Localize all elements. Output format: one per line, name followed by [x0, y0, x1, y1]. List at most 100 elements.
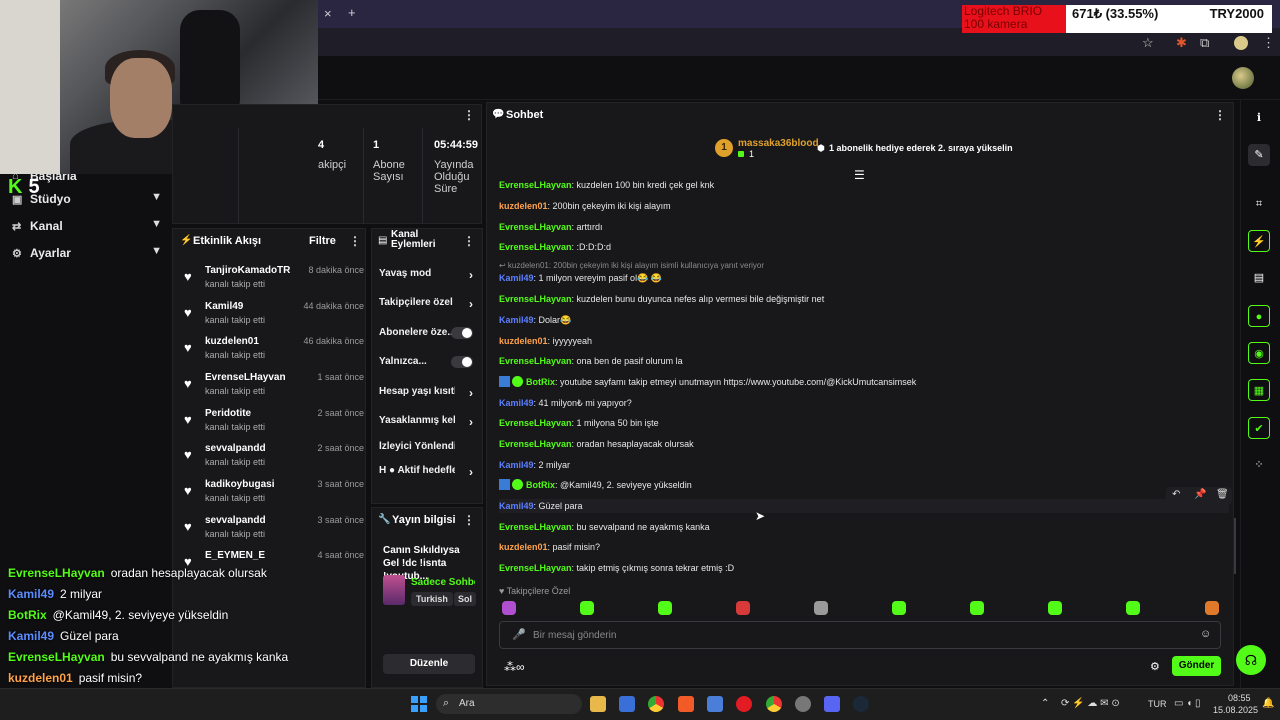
crop-icon[interactable]: ⌗	[1248, 193, 1270, 215]
emote-icon[interactable]	[814, 601, 828, 615]
emote-icon[interactable]	[502, 601, 516, 615]
microphone-icon[interactable]: 🎤	[512, 628, 526, 641]
chat-username[interactable]: BotRix	[526, 377, 555, 387]
browser-menu-icon[interactable]: ⋮	[1262, 35, 1275, 51]
chat-message[interactable]: EvrenseLHayvan: kuzdelen 100 bin kredi ç…	[499, 178, 714, 192]
feed-item[interactable]: ♥ EvrenseLHayvan kanalı takip etti 1 saat ö…	[184, 370, 364, 406]
chat-message[interactable]: EvrenseLHayvan: oradan hesaplayacak olur…	[499, 437, 694, 451]
sidebar-item-channel[interactable]: ⇄ Kanal ▼	[12, 215, 162, 237]
chat-username[interactable]: Kamil49	[499, 315, 534, 325]
feed-item[interactable]: ♥ Peridotite kanalı takip etti 2 saat önce	[184, 406, 364, 442]
network-volume-icons[interactable]: ▭ ◖ ▯	[1174, 698, 1201, 709]
sidebar-item-settings[interactable]: ⚙ Ayarlar ▼	[12, 242, 162, 264]
chat-message[interactable]: Kamil49: Güzel para	[499, 499, 1229, 513]
feed-item[interactable]: ♥ sevvalpandd kanalı takip etti 3 saat önce	[184, 513, 364, 549]
chat-message[interactable]: EvrenseLHayvan: arttırdı	[499, 220, 603, 234]
chat-message[interactable]: EvrenseLHayvan: takip etmiş çıkmış sonra…	[499, 561, 734, 575]
user-avatar[interactable]	[1232, 67, 1254, 89]
chat-username[interactable]: kuzdelen01	[499, 542, 548, 552]
chat-username[interactable]: Kamil49	[499, 501, 534, 511]
channel-action-item[interactable]: İzleyici Yönlendir	[379, 441, 479, 461]
chat-scrollbar[interactable]	[1234, 518, 1236, 574]
feed-item[interactable]: ♥ kadikoybugasi kanalı takip etti 3 saat ön…	[184, 477, 364, 513]
toggle-switch[interactable]	[451, 356, 473, 368]
channel-action-item[interactable]: Takipçilere özel sc ›	[379, 297, 479, 317]
feed-item[interactable]: ♥ TanjiroKamadoTR kanalı takip etti 8 dakik…	[184, 263, 364, 299]
chat-message[interactable]: kuzdelen01: iyyyyyeah	[499, 334, 592, 348]
chat-message[interactable]: EvrenseLHayvan: :D:D:D:d	[499, 240, 611, 254]
channel-action-item[interactable]: Hesap yaşı kısıtlar ›	[379, 386, 479, 406]
windows-start-icon[interactable]	[411, 696, 427, 712]
chat-message[interactable]: Kamil49: 41 milyon₺ mi yapıyor?	[499, 396, 632, 410]
extension-icon[interactable]: ✱	[1176, 35, 1187, 51]
feed-item-name[interactable]: Kamil49	[205, 301, 243, 312]
support-icon[interactable]: ☊	[1236, 645, 1266, 675]
broadcast-icon[interactable]: ◉	[1248, 342, 1270, 364]
pin-icon[interactable]: 📌	[1194, 489, 1206, 500]
channel-actions-menu-icon[interactable]: ⋮	[463, 234, 475, 248]
language-indicator[interactable]: TUR	[1148, 699, 1167, 709]
chat-message[interactable]: EvrenseLHayvan: kuzdelen bunu duyunca ne…	[499, 292, 824, 306]
bookmark-star-icon[interactable]: ☆	[1142, 35, 1154, 51]
chat-message[interactable]: Kamil49: Dolar😂	[499, 313, 571, 327]
stream-category[interactable]: Sadece Sohbet	[411, 577, 475, 588]
feed-item-name[interactable]: sevvalpandd	[205, 443, 266, 454]
emote-picker-icon[interactable]: ⁂∞	[504, 660, 525, 674]
activity-menu-icon[interactable]: ⋮	[349, 234, 361, 248]
channel-action-item[interactable]: Abonelere öze...	[379, 327, 479, 347]
emoji-icon[interactable]: ☺	[1200, 628, 1211, 640]
new-tab-icon[interactable]: +	[348, 5, 356, 20]
filter-lines-icon[interactable]: ☰	[854, 168, 865, 182]
feed-item-name[interactable]: kuzdelen01	[205, 336, 259, 347]
chat-username[interactable]: kuzdelen01	[499, 336, 548, 346]
delete-icon[interactable]: 🗑	[1216, 489, 1229, 500]
filter-button[interactable]: Filtre	[309, 235, 336, 247]
chat-username[interactable]: BotRix	[526, 480, 555, 490]
stream-info-menu-icon[interactable]: ⋮	[463, 513, 475, 527]
brave-icon[interactable]	[678, 696, 694, 712]
clock-time[interactable]: 08:55	[1228, 693, 1251, 703]
chat-username[interactable]: EvrenseLHayvan	[499, 418, 572, 428]
channel-action-item[interactable]: Yasaklanmış kelim ›	[379, 415, 479, 435]
chat-username[interactable]: EvrenseLHayvan	[499, 222, 572, 232]
feed-item-name[interactable]: TanjiroKamadoTR	[205, 265, 290, 276]
chat-username[interactable]: Kamil49	[499, 460, 534, 470]
send-button[interactable]: Gönder	[1172, 656, 1221, 676]
tray-chevron-icon[interactable]: ⌃	[1041, 698, 1049, 709]
steam-icon[interactable]	[853, 696, 869, 712]
discord-icon[interactable]	[824, 696, 840, 712]
profile-icon[interactable]	[1234, 36, 1248, 50]
chat-message[interactable]: BotRix: @Kamil49, 2. seviyeye yükseldin	[499, 478, 692, 492]
top-gifter-name[interactable]: massaka36blood	[738, 138, 819, 149]
chat-message[interactable]: BotRix: youtube sayfamı takip etmeyi unu…	[499, 375, 916, 389]
apps-icon[interactable]: ⁘	[1248, 454, 1270, 476]
chat-message[interactable]: kuzdelen01: 200bin çekeyim iki kişi alay…	[499, 199, 671, 213]
app-icon[interactable]	[707, 696, 723, 712]
channel-action-item[interactable]: Yalnızca...	[379, 356, 479, 376]
chat-message[interactable]: Kamil49: 1 milyon vereyim pasif ol😂 😂	[499, 271, 662, 285]
channel-action-item[interactable]: Yavaş mod ›	[379, 268, 479, 288]
chat-message[interactable]: kuzdelen01: pasif misin?	[499, 540, 600, 554]
emote-icon[interactable]	[1126, 601, 1140, 615]
emote-icon[interactable]	[892, 601, 906, 615]
taskbar-search[interactable]	[436, 694, 582, 714]
edit-icon[interactable]: ✎	[1248, 144, 1270, 166]
reply-icon[interactable]: ↶	[1172, 489, 1180, 500]
emote-icon[interactable]	[736, 601, 750, 615]
document-icon[interactable]: ▤	[1248, 267, 1270, 289]
chat-message[interactable]: EvrenseLHayvan: bu sevvalpand ne ayakmış…	[499, 520, 710, 534]
chat-username[interactable]: EvrenseLHayvan	[499, 522, 572, 532]
feed-item-name[interactable]: sevvalpandd	[205, 515, 266, 526]
obs-icon[interactable]	[795, 696, 811, 712]
emote-icon[interactable]	[1048, 601, 1062, 615]
extensions-puzzle-icon[interactable]: ⧉	[1200, 35, 1209, 51]
emote-icon[interactable]	[580, 601, 594, 615]
chat-username[interactable]: EvrenseLHayvan	[499, 439, 572, 449]
store-icon[interactable]	[619, 696, 635, 712]
tag-turkish[interactable]: Turkish	[411, 592, 453, 606]
chat-username[interactable]: Kamil49	[499, 273, 534, 283]
stats-menu-icon[interactable]: ⋮	[463, 108, 475, 122]
feed-item[interactable]: ♥ sevvalpandd kanalı takip etti 2 saat önce	[184, 441, 364, 477]
edit-stream-button[interactable]: Düzenle	[383, 654, 475, 674]
chat-settings-icon[interactable]: ⚙	[1150, 660, 1160, 673]
